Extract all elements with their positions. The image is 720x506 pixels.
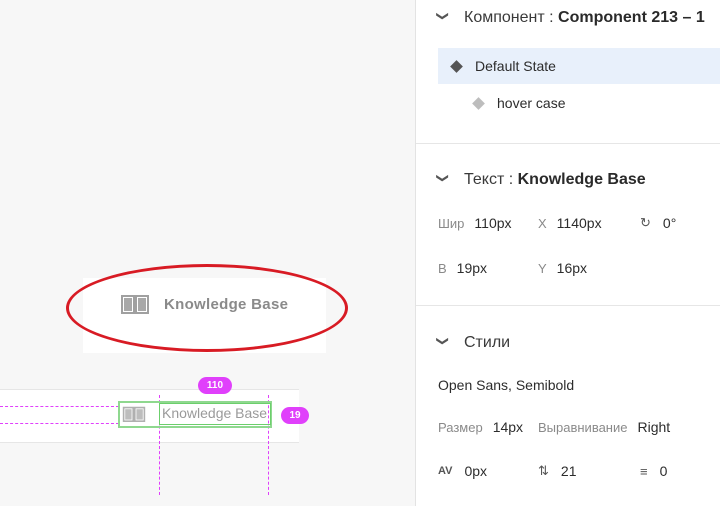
chevron-down-icon[interactable]: ❯ (436, 11, 450, 25)
x-label: X (538, 215, 547, 231)
line-spacing-field[interactable]: ⇅ 21 (538, 463, 576, 479)
height-label: В (438, 260, 447, 276)
text-name: Knowledge Base (517, 171, 646, 188)
y-label: Y (538, 260, 547, 276)
height-value[interactable]: 19px (457, 260, 487, 276)
guide-line (0, 406, 119, 407)
y-field[interactable]: Y 16px (538, 260, 587, 276)
book-icon (122, 406, 146, 422)
font-size-value[interactable]: 14px (493, 419, 523, 435)
font-family-field[interactable]: Open Sans, Semibold (438, 377, 574, 393)
guide-line (0, 423, 119, 424)
state-diamond-icon (450, 59, 463, 73)
paragraph-spacing-field[interactable]: ≡ 0 (640, 463, 667, 479)
component-name: Component 213 – 1 (558, 9, 705, 26)
line-spacing-icon: ⇅ (538, 463, 549, 478)
component-section: ❯ Компонент : Component 213 – 1 (416, 0, 720, 36)
state-label: hover case (497, 95, 566, 111)
y-value[interactable]: 16px (557, 260, 587, 276)
paragraph-spacing-icon: ≡ (640, 463, 648, 479)
font-family-value[interactable]: Open Sans, Semibold (438, 377, 574, 393)
width-field[interactable]: Шир 110px (438, 215, 512, 231)
font-size-field[interactable]: Размер 14px (438, 419, 523, 435)
rotation-value[interactable]: 0° (663, 215, 676, 231)
paragraph-spacing-value[interactable]: 0 (660, 463, 668, 479)
section-divider (416, 305, 720, 306)
chevron-down-icon[interactable]: ❯ (436, 173, 450, 187)
styles-header[interactable]: ❯ Стили (416, 325, 720, 361)
chevron-down-icon[interactable]: ❯ (436, 336, 450, 350)
alignment-label: Выравнивание (538, 419, 628, 435)
line-spacing-value[interactable]: 21 (561, 463, 577, 479)
inspector-panel: ❯ Компонент : Component 213 – 1 Default … (416, 0, 720, 506)
x-value[interactable]: 1140px (557, 215, 602, 231)
font-size-label: Размер (438, 419, 483, 435)
state-default[interactable]: Default State (438, 48, 720, 84)
styles-section: ❯ Стили (416, 325, 720, 361)
state-label: Default State (475, 58, 556, 74)
section-divider (416, 143, 720, 144)
component-label: Компонент (464, 9, 545, 26)
styles-label: Стили (464, 334, 511, 351)
width-label: Шир (438, 215, 465, 231)
text-label: Текст (464, 171, 505, 188)
width-value[interactable]: 110px (474, 215, 511, 231)
height-badge: 19 (281, 407, 309, 424)
char-spacing-value[interactable]: 0px (464, 463, 487, 479)
rotation-field[interactable]: ↻ 0° (640, 215, 676, 231)
height-field[interactable]: В 19px (438, 260, 487, 276)
selected-text-label: Knowledge Base (162, 405, 268, 421)
char-spacing-icon: AV (438, 465, 453, 477)
highlight-ellipse (66, 264, 348, 352)
text-section: ❯ Текст : Knowledge Base (416, 162, 720, 198)
design-canvas[interactable]: Knowledge Base Knowledge Base 110 19 (0, 0, 415, 506)
text-header[interactable]: ❯ Текст : Knowledge Base (416, 162, 720, 198)
x-field[interactable]: X 1140px (538, 215, 602, 231)
state-diamond-icon (472, 96, 485, 110)
char-spacing-field[interactable]: AV 0px (438, 463, 487, 479)
state-hover[interactable]: hover case (438, 85, 720, 121)
rotate-icon: ↻ (640, 215, 651, 230)
width-badge: 110 (198, 377, 232, 394)
alignment-value[interactable]: Right (637, 419, 670, 435)
alignment-field[interactable]: Выравнивание Right (538, 419, 670, 435)
component-header[interactable]: ❯ Компонент : Component 213 – 1 (416, 0, 720, 36)
